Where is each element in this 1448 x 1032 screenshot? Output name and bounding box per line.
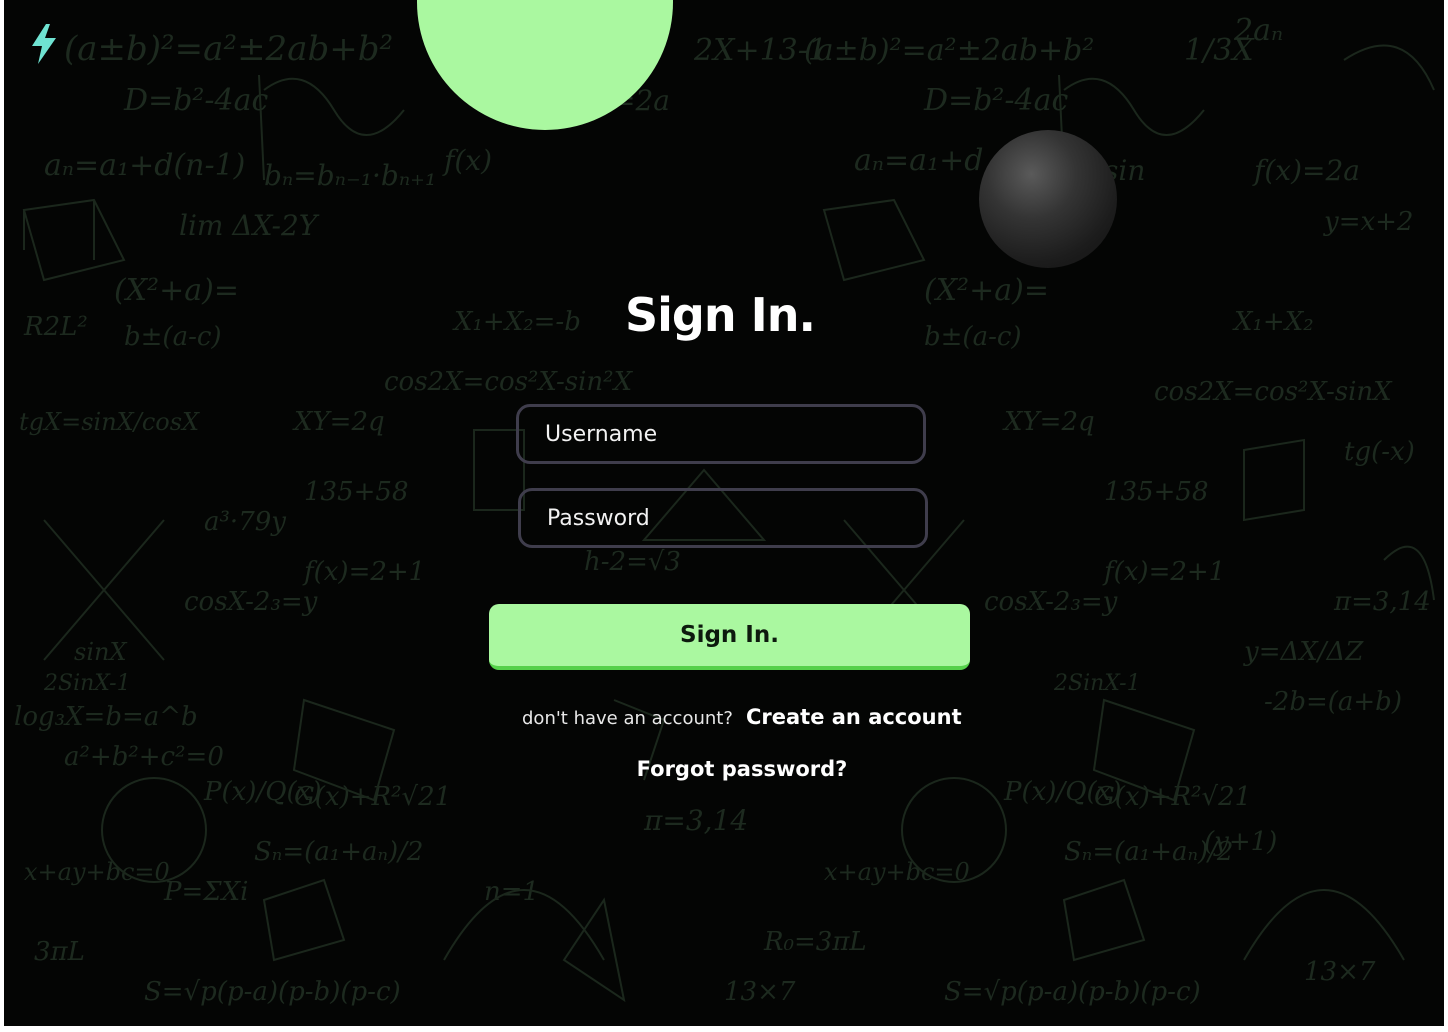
decorative-dark-sphere	[979, 130, 1117, 268]
sign-in-button[interactable]: Sign In.	[489, 604, 970, 670]
svg-text:135+58: 135+58	[304, 477, 409, 507]
svg-text:13×7: 13×7	[1304, 957, 1376, 987]
svg-text:log₃X=b=a^b: log₃X=b=a^b	[14, 702, 198, 732]
forgot-password-link[interactable]: Forgot password?	[4, 757, 1444, 781]
svg-text:y=ΔX/ΔZ: y=ΔX/ΔZ	[1243, 637, 1364, 667]
svg-text:(a±b)²=a²±2ab+b²: (a±b)²=a²±2ab+b²	[64, 29, 393, 69]
svg-text:cosX-2₃=y: cosX-2₃=y	[984, 587, 1118, 617]
svg-text:π=3,14: π=3,14	[643, 804, 748, 837]
svg-text:G(x)+R²√21: G(x)+R²√21	[1094, 782, 1251, 812]
svg-text:R₀=3πL: R₀=3πL	[763, 927, 867, 957]
svg-text:G(x)+R²√21: G(x)+R²√21	[294, 782, 451, 812]
svg-text:D=b²-4ac: D=b²-4ac	[123, 83, 269, 118]
svg-text:cos2X=cos²X-sin²X: cos2X=cos²X-sin²X	[384, 367, 634, 397]
svg-text:(y+1): (y+1)	[1204, 827, 1277, 857]
svg-text:f(x): f(x)	[442, 144, 492, 177]
svg-text:3πL: 3πL	[34, 937, 85, 967]
page-title: Sign In.	[625, 288, 816, 342]
svg-text:lim ΔX-2Y: lim ΔX-2Y	[179, 209, 320, 242]
svg-text:a³·79y: a³·79y	[204, 507, 286, 537]
svg-text:h-2=√3: h-2=√3	[584, 547, 681, 577]
svg-text:135+58: 135+58	[1104, 477, 1209, 507]
svg-text:XY=2q: XY=2q	[1002, 407, 1095, 437]
svg-text:cosX-2₃=y: cosX-2₃=y	[184, 587, 318, 617]
svg-text:bₙ=bₙ₋₁·bₙ₊₁: bₙ=bₙ₋₁·bₙ₊₁	[264, 159, 436, 192]
svg-text:S=√p(p-a)(p-b)(p-c): S=√p(p-a)(p-b)(p-c)	[944, 977, 1201, 1007]
signin-screen: (a±b)²=a²±2ab+b² D=b²-4ac aₙ=a₁+d(n-1) b…	[4, 0, 1444, 1026]
svg-text:13×7: 13×7	[724, 977, 796, 1007]
svg-text:XY=2q: XY=2q	[292, 407, 385, 437]
svg-text:D=b²-4ac: D=b²-4ac	[923, 83, 1069, 118]
password-input[interactable]	[518, 488, 928, 548]
svg-text:aₙ=a₁+d: aₙ=a₁+d	[854, 143, 983, 178]
svg-text:2aₙ: 2aₙ	[1233, 13, 1283, 48]
create-account-link[interactable]: Create an account	[746, 705, 962, 729]
no-account-text: don't have an account?	[522, 708, 733, 729]
svg-text:tg(-x): tg(-x)	[1344, 437, 1415, 467]
svg-text:S=√p(p-a)(p-b)(p-c): S=√p(p-a)(p-b)(p-c)	[144, 977, 401, 1007]
svg-text:aₙ=a₁+d(n-1): aₙ=a₁+d(n-1)	[44, 148, 245, 183]
svg-text:f(x)=2+1: f(x)=2+1	[302, 557, 425, 587]
svg-text:(a±b)²=a²±2ab+b²: (a±b)²=a²±2ab+b²	[804, 33, 1094, 68]
svg-text:π=3,14: π=3,14	[1333, 587, 1431, 617]
svg-text:P=ΣXi: P=ΣXi	[163, 877, 249, 907]
svg-text:y=x+2: y=x+2	[1323, 207, 1413, 237]
svg-text:-2b=(a+b): -2b=(a+b)	[1264, 687, 1402, 717]
svg-text:Sₙ=(a₁+aₙ)/2: Sₙ=(a₁+aₙ)/2	[254, 837, 423, 867]
svg-text:2SinX-1: 2SinX-1	[1053, 671, 1141, 696]
create-account-row: don't have an account? Create an account	[522, 705, 962, 729]
svg-text:f(x)=2a: f(x)=2a	[1252, 154, 1360, 187]
svg-text:tgX=sinX/cosX: tgX=sinX/cosX	[19, 408, 200, 436]
svg-text:cos2X=cos²X-sinX: cos2X=cos²X-sinX	[1154, 377, 1393, 407]
username-input[interactable]	[516, 404, 926, 464]
svg-text:2SinX-1: 2SinX-1	[43, 671, 131, 696]
svg-text:f(x)=2+1: f(x)=2+1	[1102, 557, 1225, 587]
lightning-bolt-icon[interactable]	[24, 22, 64, 66]
svg-text:sinX: sinX	[74, 638, 127, 666]
